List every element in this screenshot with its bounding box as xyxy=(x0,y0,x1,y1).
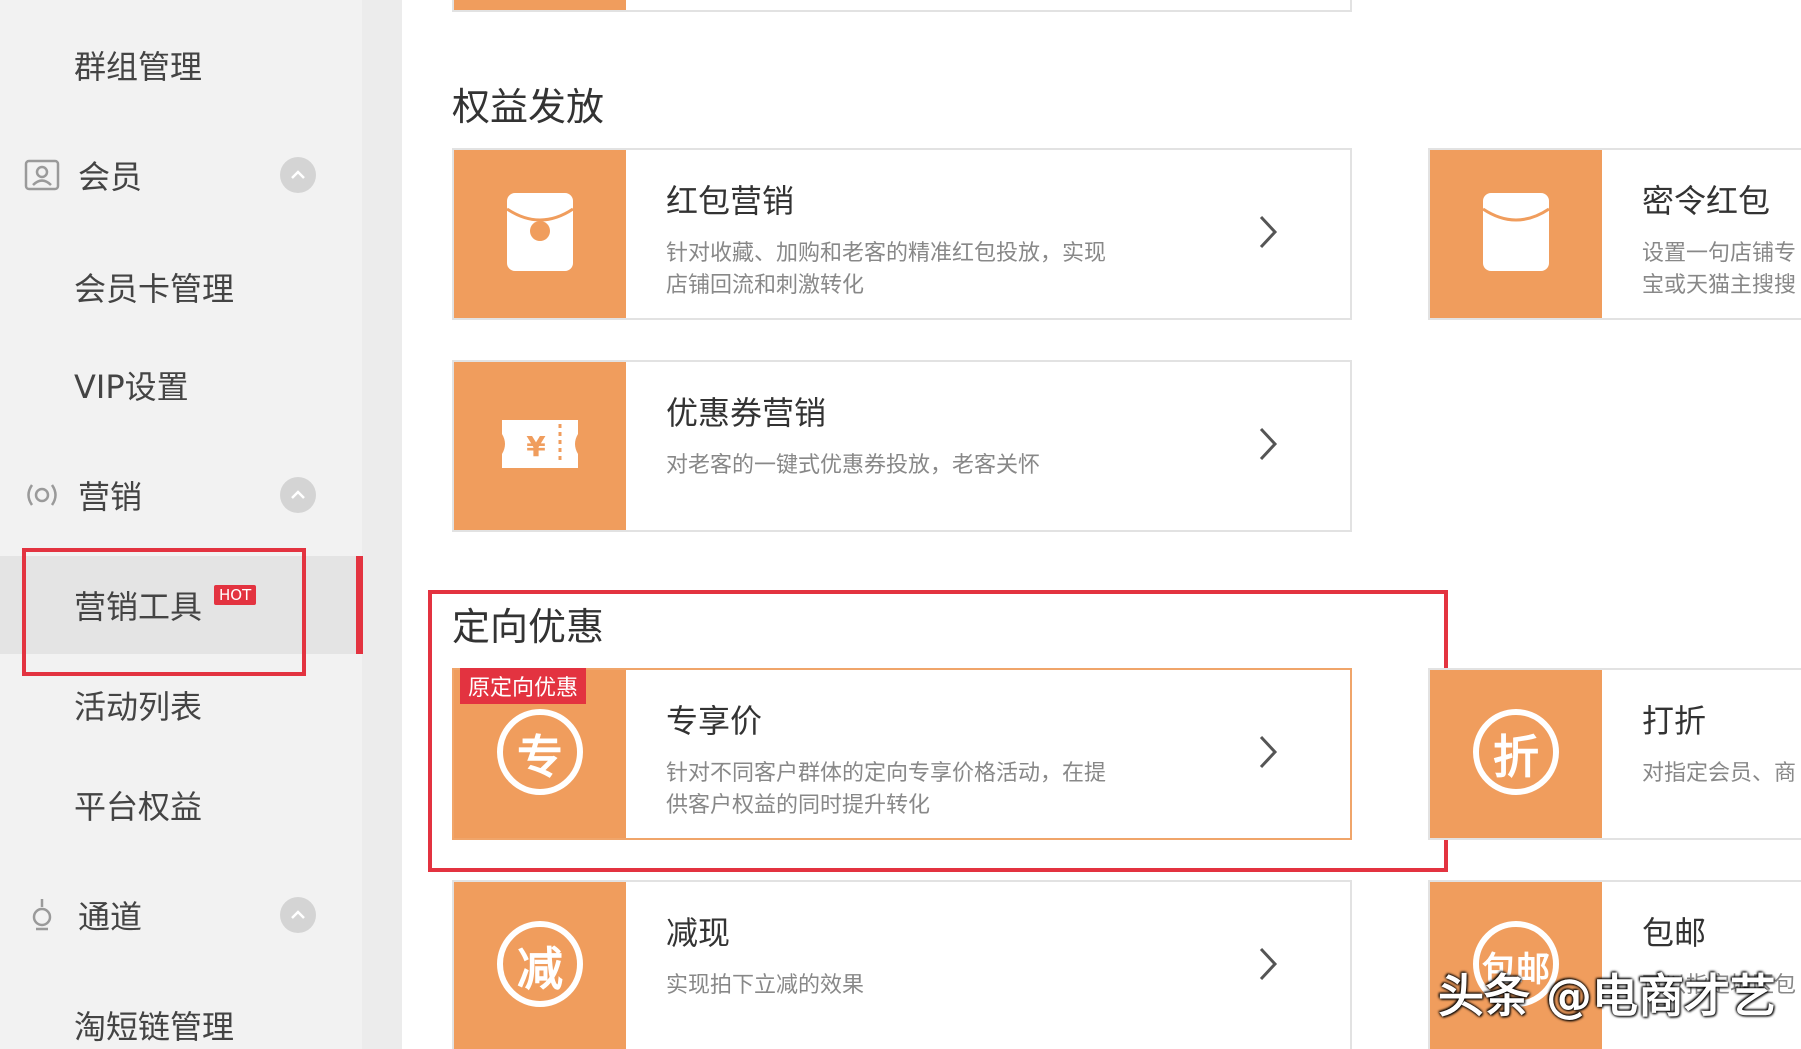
chevron-right-icon[interactable] xyxy=(1258,214,1278,254)
sidebar-item-short-link[interactable]: 淘短链管理 xyxy=(0,980,362,1049)
sidebar-item-activity-list[interactable]: 活动列表 xyxy=(0,660,362,750)
section-title-rights: 权益发放 xyxy=(452,85,605,129)
sidebar-item-label: 群组管理 xyxy=(74,48,203,86)
card-title: 打折 xyxy=(1642,702,1707,740)
sidebar-group-channel[interactable]: 通道 xyxy=(0,870,362,960)
member-card-icon xyxy=(22,155,62,195)
collapse-toggle-icon[interactable] xyxy=(280,897,316,933)
collapse-toggle-icon[interactable] xyxy=(280,157,316,193)
card-desc-line: 宝或天猫主搜搜 xyxy=(1642,273,1797,298)
sidebar-group-label: 通道 xyxy=(78,898,143,936)
secret-packet-icon xyxy=(1481,191,1551,277)
card-previous[interactable] xyxy=(452,0,1352,12)
sidebar-item-platform-rights[interactable]: 平台权益 xyxy=(0,760,362,850)
coupon-ticket-icon: ¥ xyxy=(496,412,584,480)
svg-text:¥: ¥ xyxy=(526,430,546,463)
card-body: 密令红包 设置一句店铺专 宝或天猫主搜搜 春 xyxy=(1602,150,1801,318)
card-red-packet[interactable]: 红包营销 针对收藏、加购和老客的精准红包投放，实现店铺回流和刺激转化 xyxy=(452,148,1352,320)
card-desc: 实现拍下立减的效果 xyxy=(666,973,865,998)
sidebar-item-vip-settings[interactable]: VIP设置 xyxy=(0,340,362,430)
watermark-text: 头条 @电商才艺 xyxy=(1438,969,1777,1023)
sidebar-group-marketing[interactable]: 营销 xyxy=(0,450,362,540)
card-reduce-cash[interactable]: 减 减现 实现拍下立减的效果 xyxy=(452,880,1352,1049)
reduce-icon-char: 减 xyxy=(517,942,563,996)
card-coupon[interactable]: ¥ 优惠券营销 对老客的一键式优惠券投放，老客关怀 xyxy=(452,360,1352,532)
sidebar-group-label: 会员 xyxy=(78,158,143,196)
sidebar-item-label: 淘短链管理 xyxy=(74,1008,235,1046)
card-discount[interactable]: 折 打折 对指定会员、商 xyxy=(1428,668,1801,840)
sidebar-item-label: VIP设置 xyxy=(74,368,189,406)
card-desc-line: 设置一句店铺专 xyxy=(1642,241,1797,266)
sidebar-item-label: 会员卡管理 xyxy=(74,270,235,308)
red-packet-icon xyxy=(505,191,575,277)
card-secret-red-packet[interactable]: 密令红包 设置一句店铺专 宝或天猫主搜搜 春 xyxy=(1428,148,1801,320)
chevron-right-icon[interactable] xyxy=(1258,426,1278,466)
sidebar-highlight-box xyxy=(22,548,306,676)
card-icon-bg xyxy=(1430,150,1602,318)
card-icon-bg: ¥ xyxy=(454,362,626,530)
discount-icon-char: 折 xyxy=(1493,730,1539,784)
sidebar-item-group-manage[interactable]: 群组管理 xyxy=(0,20,362,110)
card-body: 红包营销 针对收藏、加购和老客的精准红包投放，实现店铺回流和刺激转化 xyxy=(626,150,1350,318)
chevron-right-icon[interactable] xyxy=(1258,946,1278,986)
sidebar-group-label: 营销 xyxy=(78,478,143,516)
broadcast-icon xyxy=(22,475,62,515)
card-desc: 设置一句店铺专 宝或天猫主搜搜 xyxy=(1642,238,1801,302)
sidebar-divider xyxy=(362,0,402,1049)
card-icon-bg: 折 xyxy=(1430,670,1602,838)
collapse-toggle-icon[interactable] xyxy=(280,477,316,513)
card-title: 优惠券营销 xyxy=(666,394,827,432)
card-title: 减现 xyxy=(666,914,731,952)
targeted-highlight-box xyxy=(428,590,1448,872)
card-body: 打折 对指定会员、商 xyxy=(1602,670,1801,838)
sidebar-item-label: 活动列表 xyxy=(74,688,203,726)
card-body: 优惠券营销 对老客的一键式优惠券投放，老客关怀 xyxy=(626,362,1350,530)
channel-icon xyxy=(22,895,62,935)
card-title: 密令红包 xyxy=(1642,182,1771,220)
card-desc: 对老客的一键式优惠券投放，老客关怀 xyxy=(666,453,1041,478)
sidebar-item-label: 平台权益 xyxy=(74,788,203,826)
sidebar-item-member-card[interactable]: 会员卡管理 xyxy=(0,242,362,332)
card-icon-bg: 减 xyxy=(454,882,626,1049)
card-title: 包邮 xyxy=(1642,914,1707,952)
card-title: 红包营销 xyxy=(666,182,795,220)
sidebar-group-member[interactable]: 会员 xyxy=(0,130,362,220)
card-icon-bg xyxy=(454,150,626,318)
card-desc: 对指定会员、商 xyxy=(1642,761,1797,786)
card-icon-bg xyxy=(454,0,626,10)
card-desc: 针对收藏、加购和老客的精准红包投放，实现店铺回流和刺激转化 xyxy=(666,241,1107,298)
card-body: 减现 实现拍下立减的效果 xyxy=(626,882,1350,1049)
